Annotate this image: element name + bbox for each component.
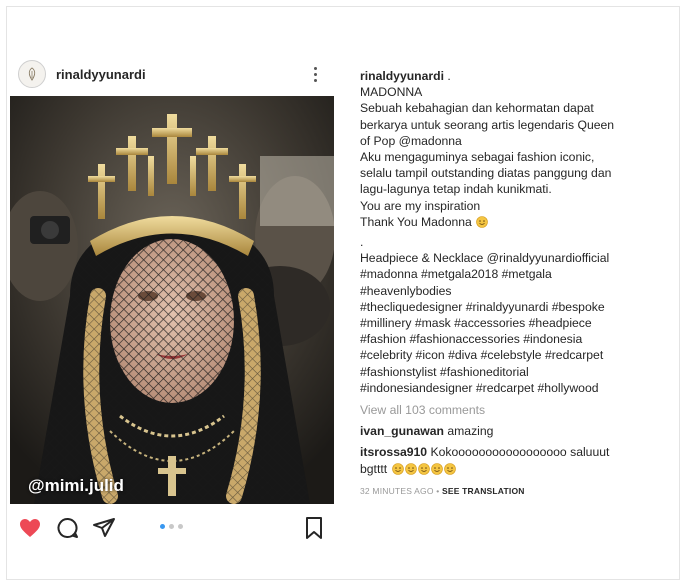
caption-panel: rinaldyyunardi . MADONNA Sebuah kebahagi… <box>360 68 665 499</box>
footer-separator: • <box>433 485 442 496</box>
carousel-dots <box>160 524 183 529</box>
emoji-smile-icon <box>391 462 404 475</box>
carousel-dot <box>169 524 174 529</box>
caption-tag-line[interactable]: #fashionstylist #fashioneditorial <box>360 364 665 380</box>
caption-tag-line[interactable]: #thecliquedesigner #rinaldyyunardi #besp… <box>360 299 665 315</box>
emoji-smile-icon <box>417 462 430 475</box>
bookmark-icon[interactable] <box>302 516 326 540</box>
caption-dot: . <box>360 235 364 250</box>
logo-mark-icon <box>28 67 36 81</box>
caption-tag-line[interactable]: #madonna #metgala2018 #metgala <box>360 266 665 282</box>
emoji-smile-icon <box>443 462 456 475</box>
post-actions <box>10 510 334 546</box>
view-all-comments-link[interactable]: View all 103 comments <box>360 402 665 418</box>
comment-icon[interactable] <box>56 516 80 540</box>
emoji-smile-icon <box>404 462 417 475</box>
carousel-dot-active <box>160 524 165 529</box>
comment-username[interactable]: itsrossa910 <box>360 445 427 459</box>
post-header: rinaldyyunardi <box>14 56 334 92</box>
post-username[interactable]: rinaldyyunardi <box>56 67 146 82</box>
caption-tag-line[interactable]: #heavenlybodies <box>360 283 665 299</box>
post-timestamp: 32 MINUTES AGO <box>360 485 434 496</box>
caption-tag-line[interactable]: #millinery #mask #accessories #headpiece <box>360 315 665 331</box>
caption-tag-line[interactable]: Headpiece & Necklace @rinaldyyunardioffi… <box>360 250 665 266</box>
comment-item: itsrossa910 Kokooooooooooooooooo saluuut… <box>360 444 665 476</box>
post-photo[interactable]: @mimi.julid <box>10 96 334 504</box>
comment-item: ivan_gunawan amazing <box>360 423 665 439</box>
comment-text: Kokooooooooooooooooo saluuut <box>430 445 610 460</box>
caption-para1-line: berkarya untuk seorang artis legendaris … <box>360 117 615 132</box>
comment-emoji-row <box>391 462 456 476</box>
more-icon[interactable] <box>310 62 320 86</box>
caption-tag-line[interactable]: #indonesiandesigner #redcarpet #hollywoo… <box>360 380 665 396</box>
caption-thanks: Thank You Madonna <box>360 214 665 230</box>
caption-para1-line: of Pop @madonna <box>360 133 462 148</box>
photo-illustration <box>10 96 334 504</box>
see-translation-link[interactable]: SEE TRANSLATION <box>442 486 525 496</box>
share-icon[interactable] <box>92 516 116 540</box>
photo-watermark: @mimi.julid <box>28 476 124 495</box>
caption-para2-line: Aku mengaguminya sebagai fashion iconic, <box>360 150 595 165</box>
comment-text: amazing <box>447 424 494 439</box>
caption-header: rinaldyyunardi . <box>360 68 665 84</box>
caption-inspiration: You are my inspiration <box>360 198 481 213</box>
post-footer: 32 MINUTES AGO • SEE TRANSLATION <box>360 483 665 499</box>
comment-text-continued: bgtttt <box>360 461 388 476</box>
comment-username[interactable]: ivan_gunawan <box>360 424 444 438</box>
caption-username-suffix: . <box>443 69 451 83</box>
caption-para2-line: selalu tampil outstanding diatas panggun… <box>360 166 612 181</box>
caption-username[interactable]: rinaldyyunardi <box>360 69 444 83</box>
caption-para2-line: lagu-lagunya tetap indah kunikmati. <box>360 182 552 197</box>
caption-thanks-text: Thank You Madonna <box>360 214 472 229</box>
caption-tag-line[interactable]: #fashion #fashionaccessories #indonesia <box>360 331 665 347</box>
emoji-smile-icon <box>476 216 489 228</box>
caption-para1-line: Sebuah kebahagian dan kehormatan dapat <box>360 101 594 116</box>
emoji-smile-icon <box>430 462 443 475</box>
caption-tag-line[interactable]: #celebrity #icon #diva #celebstyle #redc… <box>360 347 665 363</box>
avatar[interactable] <box>18 60 46 88</box>
heart-icon[interactable] <box>18 516 42 540</box>
caption-title: MADONNA <box>360 85 423 100</box>
carousel-dot <box>178 524 183 529</box>
